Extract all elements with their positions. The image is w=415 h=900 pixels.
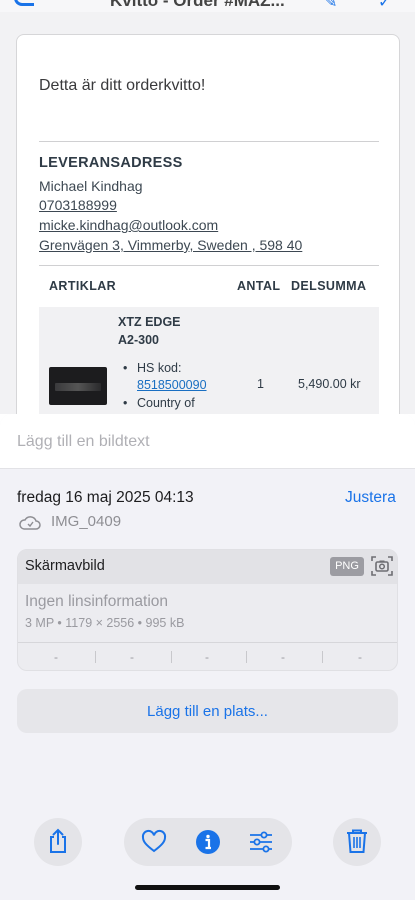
format-badge: PNG (330, 557, 364, 576)
add-location-label: Lägg till en plats... (147, 703, 268, 720)
divider (39, 265, 379, 266)
bullet: • (123, 396, 128, 410)
photo-preview[interactable]: Detta är ditt orderkvitto! LEVERANSADRES… (0, 12, 415, 414)
divider (18, 642, 397, 643)
col-header-qty: ANTAL (237, 279, 281, 293)
item-name-line2: A2-300 (118, 333, 159, 347)
address-title: LEVERANSADRESS (39, 155, 183, 171)
add-location-button[interactable]: Lägg till en plats... (17, 689, 398, 733)
exif-aperture: - (281, 650, 285, 664)
nav-title: Kvitto - Order #MAZ... (110, 0, 285, 10)
exif-ev: - (205, 650, 209, 664)
file-name: IMG_0409 (51, 513, 122, 530)
bullet: • (123, 361, 128, 375)
exif-iso: - (54, 650, 58, 664)
icloud-icon (19, 516, 41, 530)
receipt-card: Detta är ditt orderkvitto! LEVERANSADRES… (16, 34, 400, 414)
share-icon (50, 828, 66, 853)
customer-email[interactable]: micke.kindhag@outlook.com (39, 217, 218, 233)
divider (39, 141, 379, 142)
more-icon[interactable]: ✓ (378, 0, 391, 12)
separator (171, 651, 172, 663)
customer-phone[interactable]: 0703188999 (39, 197, 117, 213)
photo-date: fredag 16 maj 2025 04:13 (17, 489, 194, 506)
product-image (49, 367, 107, 405)
customer-address[interactable]: Grenvägen 3, Vimmerby, Sweden , 598 40 (39, 237, 302, 253)
divider (0, 468, 415, 469)
separator (322, 651, 323, 663)
hs-code-link[interactable]: 8518500090 (137, 378, 207, 392)
customer-name: Michael Kindhag (39, 178, 143, 194)
edit-icon[interactable]: ✎ (324, 0, 337, 12)
share-button[interactable] (34, 818, 82, 866)
image-type-label: Skärmavbild (25, 558, 105, 574)
col-header-subtotal: DELSUMMA (291, 279, 367, 293)
screenshot-camera-icon (371, 556, 393, 576)
caption-placeholder[interactable]: Lägg till en bildtext (17, 433, 150, 451)
receipt-heading: Detta är ditt orderkvitto! (39, 77, 206, 94)
country-label: Country of (137, 396, 195, 410)
adjust-icon[interactable] (248, 829, 274, 855)
metadata-card: Skärmavbild PNG Ingen linsinformation 3 … (17, 549, 398, 671)
exif-focal: - (130, 650, 134, 664)
navigation-bar: Kvitto - Order #MAZ... ✎ ✓ (0, 0, 415, 12)
home-indicator (135, 885, 280, 890)
col-header-items: ARTIKLAR (49, 279, 117, 293)
back-chevron-icon[interactable] (14, 0, 34, 6)
separator (95, 651, 96, 663)
item-qty: 1 (257, 377, 264, 391)
separator (246, 651, 247, 663)
info-icon[interactable] (195, 829, 221, 855)
delete-button[interactable] (333, 818, 381, 866)
item-price: 5,490.00 kr (298, 377, 361, 391)
heart-icon[interactable] (141, 829, 167, 855)
adjust-date-button[interactable]: Justera (345, 489, 396, 507)
exif-shutter: - (358, 650, 362, 664)
lens-info: Ingen linsinformation (25, 593, 169, 610)
action-pill (124, 818, 292, 866)
image-specs: 3 MP • 1179 × 2556 • 995 kB (25, 616, 185, 630)
item-name-line1: XTZ EDGE (118, 315, 181, 329)
hs-label: HS kod: (137, 361, 182, 375)
item-name: XTZ EDGE A2-300 (118, 313, 181, 349)
trash-icon (347, 829, 367, 853)
